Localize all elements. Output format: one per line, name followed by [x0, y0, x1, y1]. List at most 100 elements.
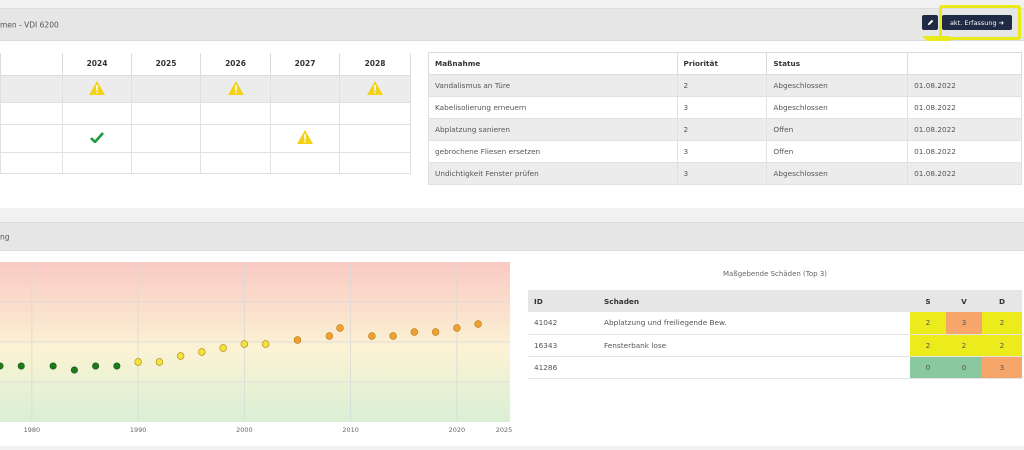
s-rating-cell: 2	[910, 334, 946, 357]
data-point[interactable]	[219, 344, 227, 352]
table-row[interactable]: 41042 Abplatzung und freiliegende Bew. 2 3 2	[528, 312, 1022, 335]
status-cell: Offen	[766, 140, 909, 163]
year-cell	[339, 101, 411, 125]
table-row[interactable]: 16343 Fensterbank lose 2 2 2	[528, 334, 1022, 357]
table-row[interactable]: 41286 0 0 3	[528, 356, 1022, 379]
damage-id-cell: 41286	[528, 356, 598, 379]
date-cell: 01.08.2022	[907, 162, 1022, 185]
damage-header: Schaden	[598, 290, 910, 312]
table-row	[0, 74, 411, 103]
d-header: D	[982, 290, 1022, 312]
damage-id-cell: 16343	[528, 334, 598, 357]
year-cell	[339, 74, 411, 103]
measure-cell: Undichtigkeit Fenster prüfen	[428, 162, 678, 185]
status-cell: Abgeschlossen	[766, 74, 909, 97]
data-point[interactable]	[240, 340, 249, 348]
table-row[interactable]: Vandalismus an Türe 2 Abgeschlossen 01.0…	[428, 74, 1022, 97]
date-cell: 01.08.2022	[907, 118, 1022, 141]
condition-chart: 1980 1990 2000 2010 2020 2025	[0, 262, 512, 434]
x-tick-label: 1980	[24, 426, 41, 434]
data-point[interactable]	[155, 358, 164, 366]
measure-cell: Kabelisolierung erneuern	[428, 96, 678, 119]
data-point[interactable]	[70, 366, 78, 374]
data-point[interactable]	[198, 348, 206, 356]
row-label-cell	[0, 151, 63, 174]
damages-table: ID Schaden S V D 41042 Abplatzung und fre…	[528, 290, 1022, 379]
status-cell: Abgeschlossen	[766, 96, 909, 119]
data-point[interactable]	[431, 328, 440, 336]
year-cell	[62, 74, 132, 103]
data-point[interactable]	[474, 320, 482, 328]
data-point[interactable]	[293, 336, 302, 344]
row-label-cell	[0, 74, 63, 103]
year-cell	[131, 101, 201, 125]
status-cell: Abgeschlossen	[766, 162, 909, 185]
table-row[interactable]: gebrochene Fliesen ersetzen 3 Offen 01.0…	[428, 140, 1022, 163]
table-row[interactable]: Undichtigkeit Fenster prüfen 3 Abgeschlo…	[428, 162, 1022, 185]
year-cell	[200, 74, 271, 103]
id-header: ID	[528, 290, 598, 312]
v-rating-cell: 2	[946, 334, 982, 357]
measure-cell: Abplatzung sanieren	[428, 118, 678, 141]
year-cell	[270, 74, 340, 103]
status-header: Status	[766, 52, 909, 75]
data-point[interactable]	[49, 362, 57, 370]
edit-button[interactable]	[922, 15, 938, 30]
s-rating-cell: 0	[910, 356, 946, 379]
priority-cell: 3	[676, 162, 768, 185]
row-label-cell	[0, 123, 63, 153]
table-row[interactable]: Abplatzung sanieren 2 Offen 01.08.2022	[428, 118, 1022, 141]
v-rating-cell: 3	[946, 312, 982, 335]
section-title: ng	[0, 232, 10, 241]
year-header: 2024	[62, 53, 132, 76]
year-cell	[62, 101, 132, 125]
data-point[interactable]	[134, 358, 142, 366]
damage-name-cell	[598, 356, 910, 379]
data-point[interactable]	[176, 352, 185, 360]
pencil-icon	[927, 19, 933, 26]
d-rating-cell: 3	[982, 356, 1022, 379]
year-cell	[131, 151, 201, 174]
damage-name-cell: Abplatzung und freiliegende Bew.	[598, 312, 910, 335]
year-cell	[62, 151, 132, 174]
data-point[interactable]	[368, 332, 376, 340]
warning-icon	[367, 80, 383, 95]
measure-cell: Vandalismus an Türe	[428, 74, 678, 97]
date-cell: 01.08.2022	[907, 140, 1022, 163]
section-header-rating: ng	[0, 222, 1024, 251]
damages-caption: Maßgebende Schäden (Top 3)	[722, 270, 828, 278]
date-cell: 01.08.2022	[907, 96, 1022, 119]
data-point[interactable]	[17, 362, 25, 370]
data-point[interactable]	[389, 332, 397, 340]
data-point[interactable]	[113, 362, 121, 370]
data-point[interactable]	[325, 332, 334, 340]
table-row	[0, 101, 411, 125]
table-row[interactable]: Kabelisolierung erneuern 3 Abgeschlossen…	[428, 96, 1022, 119]
year-header: 2026	[200, 53, 271, 76]
damage-id-cell: 41042	[528, 312, 598, 335]
year-table: 2024 2025 2026 2027 2028	[0, 53, 411, 174]
x-tick-label: 2025	[496, 426, 512, 434]
year-table-blank-header	[0, 53, 63, 76]
v-header: V	[946, 290, 982, 312]
d-rating-cell: 2	[982, 312, 1022, 335]
data-point[interactable]	[261, 340, 270, 348]
data-point[interactable]	[453, 324, 461, 332]
data-point[interactable]	[336, 324, 344, 332]
x-tick-label: 2010	[342, 426, 359, 434]
year-cell	[270, 151, 340, 174]
damage-name-cell: Fensterbank lose	[598, 334, 910, 357]
priority-cell: 3	[676, 96, 768, 119]
data-point[interactable]	[410, 328, 419, 336]
warning-icon	[297, 130, 313, 144]
status-cell: Offen	[766, 118, 909, 141]
priority-cell: 3	[676, 140, 768, 163]
data-point[interactable]	[92, 362, 100, 370]
year-cell	[200, 101, 271, 125]
year-cell	[270, 101, 340, 125]
year-cell	[62, 123, 132, 153]
x-tick-label: 2000	[236, 426, 253, 434]
priority-cell: 2	[676, 118, 768, 141]
s-rating-cell: 2	[910, 312, 946, 335]
date-header	[907, 52, 1022, 75]
